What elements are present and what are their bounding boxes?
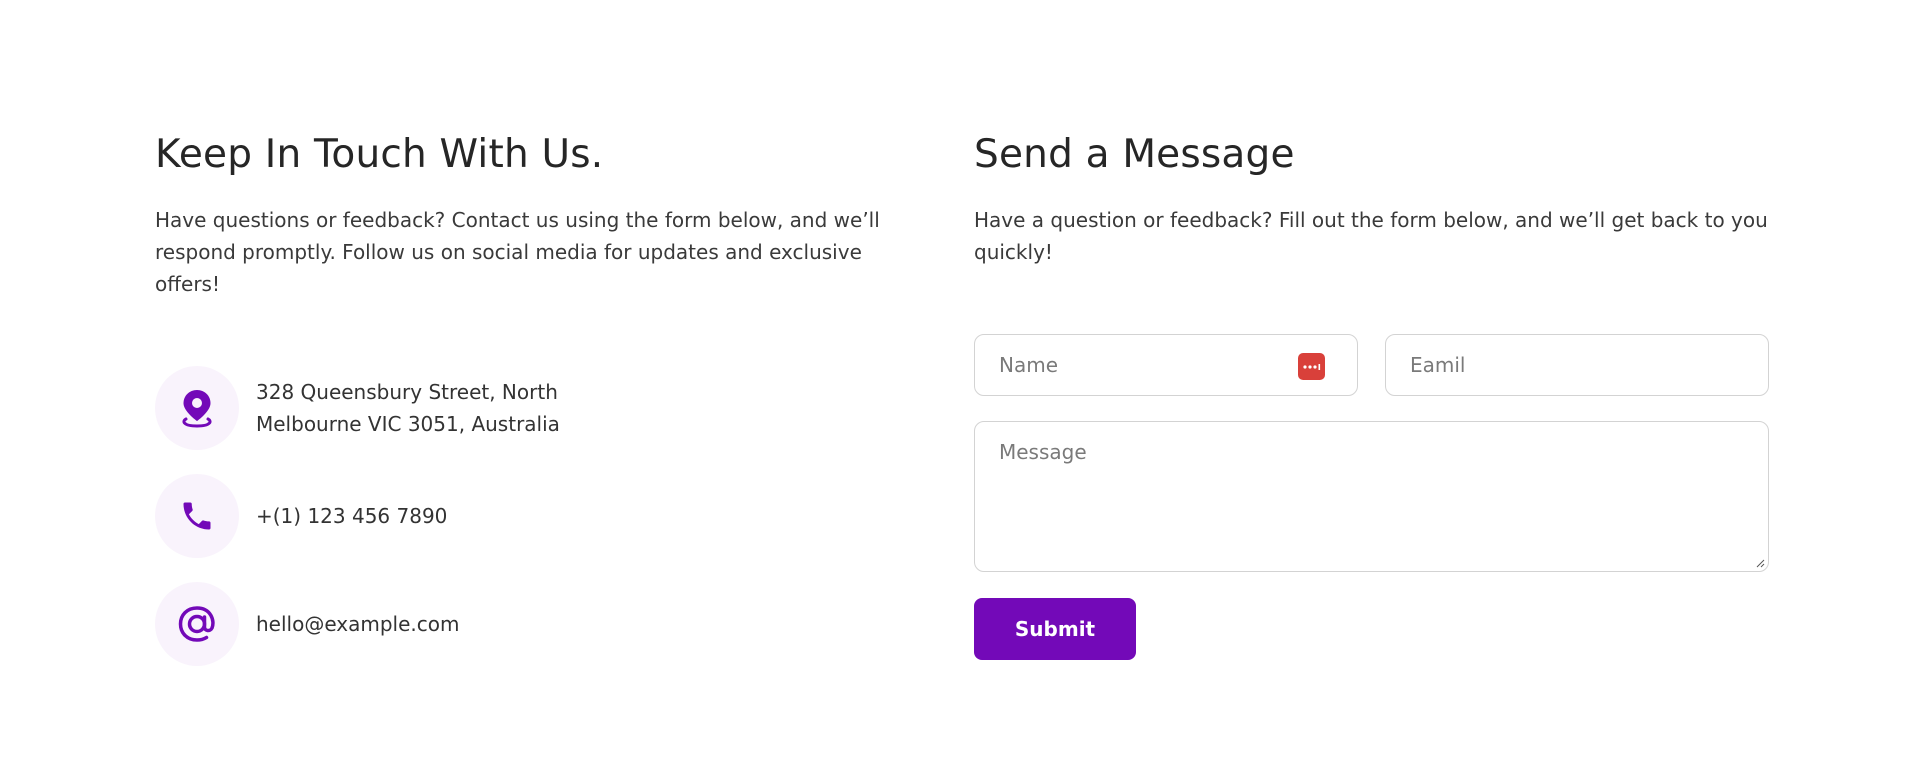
name-email-row xyxy=(974,334,1769,396)
location-pin-icon xyxy=(155,366,239,450)
contact-item-email: hello@example.com xyxy=(155,582,895,666)
keep-in-touch-intro: Have questions or feedback? Contact us u… xyxy=(155,208,880,296)
submit-button[interactable]: Submit xyxy=(974,598,1136,660)
email-input[interactable] xyxy=(1386,335,1768,395)
contact-form: Submit xyxy=(974,334,1769,660)
message-textarea[interactable] xyxy=(975,422,1768,571)
address-line-2: Melbourne VIC 3051, Australia xyxy=(256,412,560,436)
contact-item-phone: +(1) 123 456 7890 xyxy=(155,474,895,558)
password-manager-icon[interactable] xyxy=(1298,353,1325,380)
contact-section: Keep In Touch With Us. Have questions or… xyxy=(0,0,1905,777)
phone-text[interactable]: +(1) 123 456 7890 xyxy=(256,500,447,532)
address-text: 328 Queensbury Street, North Melbourne V… xyxy=(256,376,560,440)
address-line-1: 328 Queensbury Street, North xyxy=(256,380,558,404)
phone-icon xyxy=(155,474,239,558)
send-message-intro: Have a question or feedback? Fill out th… xyxy=(974,208,1768,264)
message-field-wrapper xyxy=(974,421,1769,572)
keep-in-touch-column: Keep In Touch With Us. Have questions or… xyxy=(155,130,895,690)
contact-item-address: 328 Queensbury Street, North Melbourne V… xyxy=(155,366,895,450)
keep-in-touch-title: Keep In Touch With Us. xyxy=(155,132,604,177)
name-field-wrapper xyxy=(974,334,1358,396)
email-text[interactable]: hello@example.com xyxy=(256,608,460,640)
email-field-wrapper xyxy=(1385,334,1769,396)
at-sign-icon xyxy=(155,582,239,666)
send-message-column: Send a Message Have a question or feedba… xyxy=(974,130,1769,660)
resize-handle-icon[interactable] xyxy=(1755,558,1765,568)
contact-info-list: 328 Queensbury Street, North Melbourne V… xyxy=(155,366,895,666)
send-message-title: Send a Message xyxy=(974,132,1295,177)
